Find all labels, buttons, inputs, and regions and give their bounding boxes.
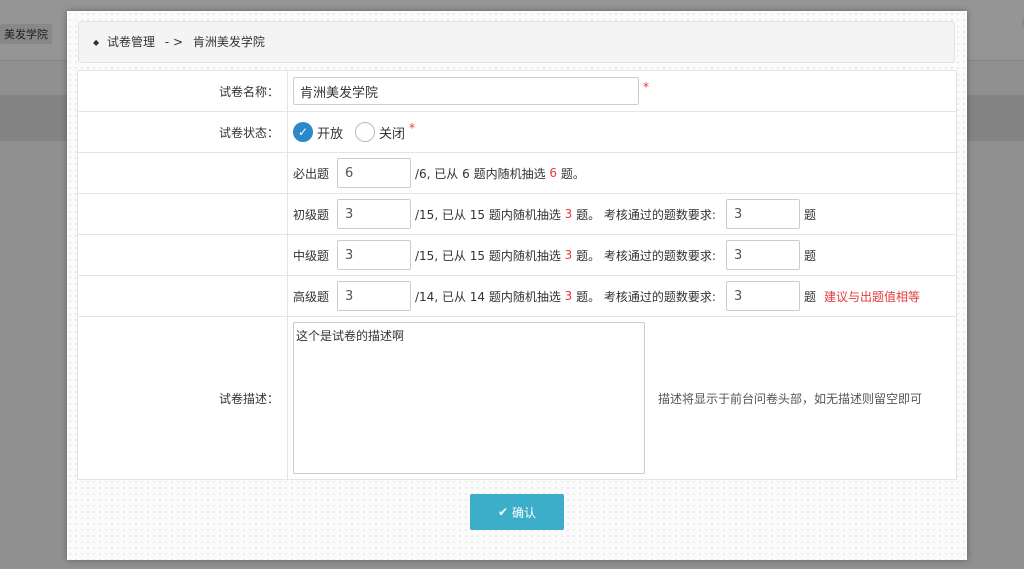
exam-edit-modal: ✕ ◆ 试卷管理 - > 肯洲美发学院 试卷名称： * 试卷状态： ✓ 开放: [67, 11, 967, 560]
form-row-name: 试卷名称： *: [78, 71, 956, 112]
status-radio-open[interactable]: ✓ 开放: [293, 122, 343, 142]
required-questions-input[interactable]: [337, 158, 411, 188]
advanced-pass-unit: 题: [803, 289, 816, 304]
form-row-intermediate-questions: 中级题 /15, 已从 15 题内随机抽选 3 题。 考核通过的题数要求: 题: [78, 235, 956, 276]
status-closed-label: 关闭: [379, 126, 406, 142]
required-mark: *: [643, 80, 649, 94]
advanced-questions-label: 高级题: [293, 289, 330, 304]
form-row-required-questions: 必出题 /6, 已从 6 题内随机抽选 6 题。: [78, 153, 956, 194]
check-icon: ✓: [293, 122, 313, 142]
advanced-questions-suffix: 题。 考核通过的题数要求:: [572, 289, 716, 304]
intermediate-questions-count: 3: [564, 248, 573, 262]
bullet-icon: ◆: [93, 38, 100, 47]
description-hint: 描述将显示于前台问卷头部，如无描述则留空即可: [658, 391, 923, 406]
advanced-questions-input[interactable]: [337, 281, 411, 311]
intermediate-questions-label: 中级题: [293, 248, 330, 263]
breadcrumb-item-current: 肯洲美发学院: [192, 35, 265, 49]
breadcrumb-item-exam-management[interactable]: 试卷管理: [107, 35, 155, 49]
exam-form: 试卷名称： * 试卷状态： ✓ 开放 关闭 *: [77, 70, 957, 480]
intermediate-pass-input[interactable]: [725, 240, 800, 270]
intermediate-questions-text: /15, 已从 15 题内随机抽选: [415, 248, 565, 263]
breadcrumb: ◆ 试卷管理 - > 肯洲美发学院: [78, 21, 955, 63]
form-row-beginner-questions: 初级题 /15, 已从 15 题内随机抽选 3 题。 考核通过的题数要求: 题: [78, 194, 956, 235]
status-open-label: 开放: [317, 126, 344, 142]
exam-description-textarea[interactable]: 这个是试卷的描述啊: [293, 322, 645, 474]
exam-status-label: 试卷状态：: [78, 112, 288, 152]
status-radio-closed[interactable]: 关闭 *: [355, 121, 416, 142]
advanced-questions-text: /14, 已从 14 题内随机抽选: [415, 289, 565, 304]
radio-empty-icon: [355, 122, 376, 142]
intermediate-questions-input[interactable]: [337, 240, 411, 270]
intermediate-questions-suffix: 题。 考核通过的题数要求:: [572, 248, 716, 263]
required-questions-label: 必出题: [293, 166, 330, 181]
confirm-button[interactable]: ✔ 确认: [470, 494, 564, 530]
required-questions-suffix: 题。: [557, 166, 585, 181]
exam-name-label: 试卷名称：: [78, 71, 288, 111]
beginner-questions-label: 初级题: [293, 207, 330, 222]
check-icon: ✔: [497, 505, 509, 519]
beginner-questions-suffix: 题。 考核通过的题数要求:: [572, 207, 716, 222]
form-row-advanced-questions: 高级题 /14, 已从 14 题内随机抽选 3 题。 考核通过的题数要求: 题 …: [78, 276, 956, 317]
required-questions-count: 6: [549, 166, 558, 180]
intermediate-pass-unit: 题: [803, 248, 816, 263]
beginner-questions-count: 3: [564, 207, 573, 221]
beginner-pass-unit: 题: [803, 207, 816, 222]
beginner-pass-input[interactable]: [725, 199, 800, 229]
exam-name-input[interactable]: [293, 77, 639, 105]
exam-description-label: 试卷描述：: [78, 317, 288, 479]
advanced-hint-note: 建议与出题值相等: [824, 289, 921, 304]
required-questions-text: /6, 已从 6 题内随机抽选: [415, 166, 550, 181]
required-mark: *: [409, 121, 416, 135]
breadcrumb-separator: - >: [164, 35, 184, 49]
form-row-description: 试卷描述： 这个是试卷的描述啊 描述将显示于前台问卷头部，如无描述则留空即可: [78, 317, 956, 479]
form-row-status: 试卷状态： ✓ 开放 关闭 *: [78, 112, 956, 153]
beginner-questions-input[interactable]: [337, 199, 411, 229]
advanced-pass-input[interactable]: [725, 281, 800, 311]
beginner-questions-text: /15, 已从 15 题内随机抽选: [415, 207, 565, 222]
confirm-label: 确认: [512, 505, 537, 520]
advanced-questions-count: 3: [564, 289, 573, 303]
